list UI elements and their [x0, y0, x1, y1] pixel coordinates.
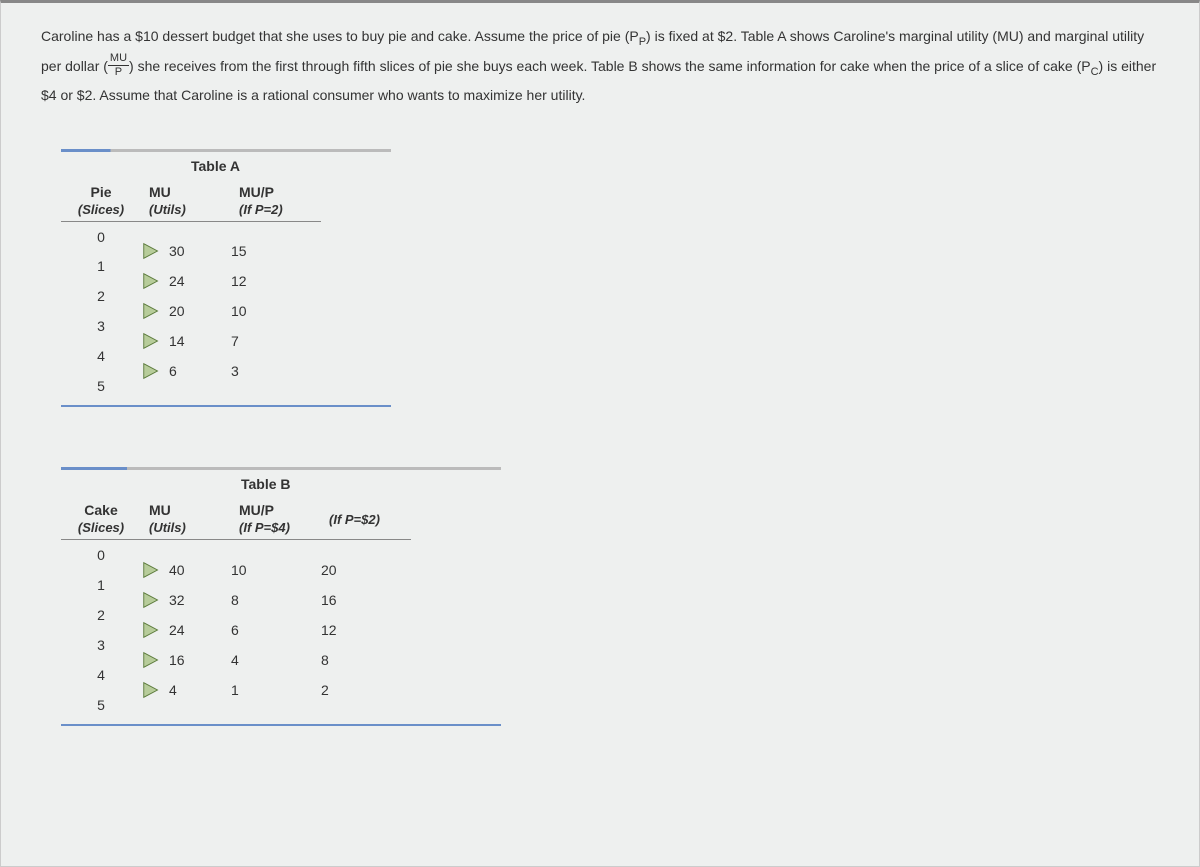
mu-per-p-cell: 10 — [231, 311, 321, 341]
slice-value: 5 — [61, 371, 141, 401]
mu-per-p2-value: 20 — [321, 555, 337, 585]
mu-per-p-value: 15 — [231, 236, 247, 266]
mu-value: 20 — [163, 303, 205, 319]
arrow-right-icon — [141, 589, 163, 611]
mu-value: 40 — [163, 562, 205, 578]
table-bottom-rule — [61, 724, 501, 726]
mu-per-p2-cell: 2 — [321, 690, 411, 720]
arrow-right-icon — [141, 360, 163, 382]
subscript-p: P — [639, 36, 646, 48]
mu-per-p-cell: 3 — [231, 371, 321, 401]
table-b-header-mu: MU (Utils) — [141, 498, 231, 540]
mu-cell: 4 — [141, 690, 231, 720]
prompt-text: ) she receives from the first through fi… — [129, 58, 1091, 74]
mu-per-p4-value: 10 — [231, 555, 247, 585]
mu-per-p4-value: 6 — [231, 615, 239, 645]
mu-per-p-value: 12 — [231, 266, 247, 296]
table-b-title: Table B — [61, 472, 1159, 498]
table-row: 5412 — [61, 690, 411, 720]
table-a: Table A Pie (Slices) MU (Utils) MU/P (If… — [61, 149, 1159, 408]
prompt-text: Caroline has a $10 dessert budget that s… — [41, 28, 639, 44]
mu-cell: 6 — [141, 371, 231, 401]
slice-value: 3 — [61, 311, 141, 341]
table-top-rule — [61, 467, 501, 470]
mu-per-p-value: 7 — [231, 326, 239, 356]
mu-value: 16 — [163, 652, 205, 668]
table-row: 563 — [61, 371, 321, 401]
mu-per-p4-cell: 10 — [231, 570, 321, 600]
slice-value: 1 — [61, 251, 141, 281]
mu-value: 14 — [163, 333, 205, 349]
mu-per-p4-value: 4 — [231, 645, 239, 675]
mu-per-p4-cell: 6 — [231, 630, 321, 660]
mu-value: 6 — [163, 363, 197, 379]
mu-per-p4-cell: 8 — [231, 600, 321, 630]
mu-per-p4-value: 1 — [231, 675, 239, 705]
table-a-header-mu: MU (Utils) — [141, 180, 231, 222]
slice-value: 1 — [61, 570, 141, 600]
mu-per-p2-value: 12 — [321, 615, 337, 645]
slice-value: 4 — [61, 660, 141, 690]
arrow-right-icon — [141, 649, 163, 671]
fraction-mu-over-p: MUP — [108, 53, 129, 78]
arrow-right-icon — [141, 270, 163, 292]
mu-per-p4-cell: 1 — [231, 690, 321, 720]
slice-value: 4 — [61, 341, 141, 371]
arrow-right-icon — [141, 679, 163, 701]
slice-value: 0 — [61, 540, 141, 570]
mu-value: 4 — [163, 682, 197, 698]
arrow-right-icon — [141, 330, 163, 352]
table-bottom-rule — [61, 405, 391, 407]
mu-per-p-cell: 7 — [231, 341, 321, 371]
table-a-title: Table A — [61, 154, 1159, 180]
mu-value: 24 — [163, 622, 205, 638]
mu-per-p4-cell: 4 — [231, 660, 321, 690]
slice-value: 2 — [61, 600, 141, 630]
mu-value: 30 — [163, 243, 205, 259]
slice-value: 5 — [61, 690, 141, 720]
slice-value: 0 — [61, 221, 141, 251]
arrow-right-icon — [141, 300, 163, 322]
slice-value: 3 — [61, 630, 141, 660]
table-a-header-slices: Pie (Slices) — [61, 180, 141, 222]
arrow-right-icon — [141, 240, 163, 262]
mu-per-p2-value: 8 — [321, 645, 329, 675]
mu-per-p4-value: 8 — [231, 585, 239, 615]
arrow-right-icon — [141, 559, 163, 581]
mu-value: 24 — [163, 273, 205, 289]
mu-per-p2-value: 2 — [321, 675, 329, 705]
table-b-header-mu-per-p2: (If P=$2) — [321, 498, 411, 540]
subscript-c: C — [1091, 65, 1099, 77]
table-b-header-mu-per-p4: MU/P (If P=$4) — [231, 498, 321, 540]
arrow-right-icon — [141, 619, 163, 641]
mu-per-p-value: 10 — [231, 296, 247, 326]
mu-per-p2-value: 16 — [321, 585, 337, 615]
table-top-rule — [61, 149, 391, 152]
mu-per-p-value: 3 — [231, 356, 239, 386]
problem-prompt: Caroline has a $10 dessert budget that s… — [41, 23, 1159, 109]
mu-per-p2-cell: 12 — [321, 630, 411, 660]
table-a-header-mu-per-p: MU/P (If P=2) — [231, 180, 321, 222]
slice-value: 2 — [61, 281, 141, 311]
mu-value: 32 — [163, 592, 205, 608]
table-b-header-slices: Cake (Slices) — [61, 498, 141, 540]
table-b: Table B Cake (Slices) MU (Utils) MU/P (I… — [61, 467, 1159, 726]
mu-per-p2-cell: 8 — [321, 660, 411, 690]
